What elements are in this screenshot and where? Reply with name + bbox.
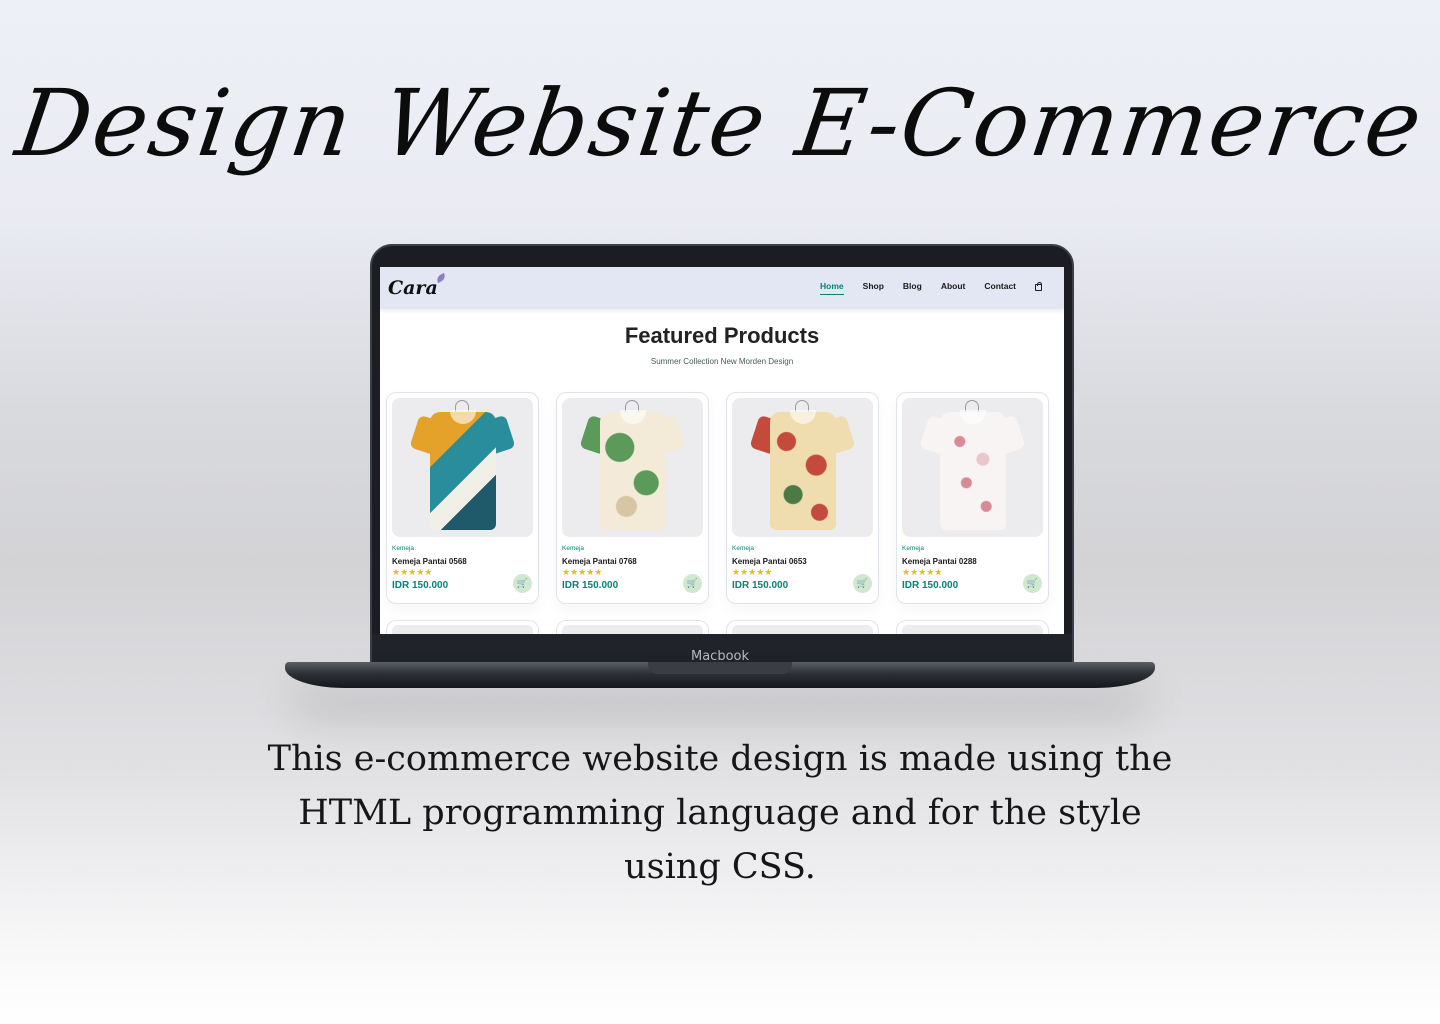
- nav-blog[interactable]: Blog: [903, 281, 922, 295]
- product-card[interactable]: Kemeja Kemeja Pantai 0568 ★★★★★ IDR 150.…: [386, 392, 539, 604]
- star-rating: ★★★★★: [392, 567, 433, 577]
- product-image: [902, 625, 1043, 634]
- shopping-bag-icon[interactable]: [1035, 281, 1042, 291]
- shirt-body: [940, 412, 1006, 530]
- product-price: IDR 150.000: [562, 580, 619, 591]
- shopping-cart-icon[interactable]: 🛒: [1023, 574, 1042, 593]
- shirt-body: [770, 412, 836, 530]
- product-image: [562, 625, 703, 634]
- product-brand: Kemeja: [732, 545, 755, 552]
- shopping-cart-icon[interactable]: 🛒: [853, 574, 872, 593]
- star-rating: ★★★★★: [562, 567, 603, 577]
- shirt-body: [600, 412, 666, 530]
- product-card[interactable]: Kemeja Kemeja Pantai 0288 ★★★★★ IDR 150.…: [896, 392, 1049, 604]
- shopping-cart-icon[interactable]: 🛒: [513, 574, 532, 593]
- nav-about[interactable]: About: [941, 281, 966, 295]
- product-image[interactable]: [732, 398, 873, 537]
- section-subtitle: Summer Collection New Morden Design: [650, 357, 794, 366]
- product-image[interactable]: [902, 398, 1043, 537]
- product-image: [392, 625, 533, 634]
- product-card[interactable]: [386, 620, 539, 634]
- product-card[interactable]: Kemeja Kemeja Pantai 0768 ★★★★★ IDR 150.…: [556, 392, 709, 604]
- product-name[interactable]: Kemeja Pantai 0568: [392, 557, 533, 566]
- product-image[interactable]: [562, 398, 703, 537]
- star-rating: ★★★★★: [732, 567, 773, 577]
- nav-home[interactable]: Home: [820, 281, 844, 295]
- product-name[interactable]: Kemeja Pantai 0653: [732, 557, 873, 566]
- product-price: IDR 150.000: [392, 580, 449, 591]
- product-brand: Kemeja: [392, 545, 415, 552]
- product-image[interactable]: [392, 398, 533, 537]
- product-card[interactable]: [726, 620, 879, 634]
- headline: Design Website E-Commerce: [10, 70, 1430, 177]
- nav-contact[interactable]: Contact: [984, 281, 1016, 295]
- product-brand: Kemeja: [562, 545, 585, 552]
- description-text: This e-commerce website design is made u…: [267, 739, 1173, 887]
- product-card[interactable]: [556, 620, 709, 634]
- shirt-body: [430, 412, 496, 530]
- logo-leaf-icon: [434, 272, 447, 284]
- device-label: Macbook: [690, 649, 750, 664]
- star-rating: ★★★★★: [902, 567, 943, 577]
- logo-text: Cara: [388, 277, 438, 299]
- product-name[interactable]: Kemeja Pantai 0768: [562, 557, 703, 566]
- section-title: Featured Products: [624, 323, 820, 348]
- product-card[interactable]: [896, 620, 1049, 634]
- product-brand: Kemeja: [902, 545, 925, 552]
- product-price: IDR 150.000: [732, 580, 789, 591]
- laptop-screen: Cara Home Shop Blog About Contact Featur…: [380, 267, 1064, 634]
- product-name[interactable]: Kemeja Pantai 0288: [902, 557, 1043, 566]
- product-price: IDR 150.000: [902, 580, 959, 591]
- product-grid: Kemeja Kemeja Pantai 0568 ★★★★★ IDR 150.…: [380, 392, 1064, 604]
- shopping-cart-icon[interactable]: 🛒: [683, 574, 702, 593]
- product-image: [732, 625, 873, 634]
- product-grid-row-2: [380, 620, 1064, 634]
- navbar: Cara Home Shop Blog About Contact: [380, 267, 1064, 309]
- nav-links: Home Shop Blog About Contact: [820, 281, 1042, 295]
- product-card[interactable]: Kemeja Kemeja Pantai 0653 ★★★★★ IDR 150.…: [726, 392, 879, 604]
- nav-shop[interactable]: Shop: [863, 281, 884, 295]
- site-logo[interactable]: Cara: [388, 272, 447, 299]
